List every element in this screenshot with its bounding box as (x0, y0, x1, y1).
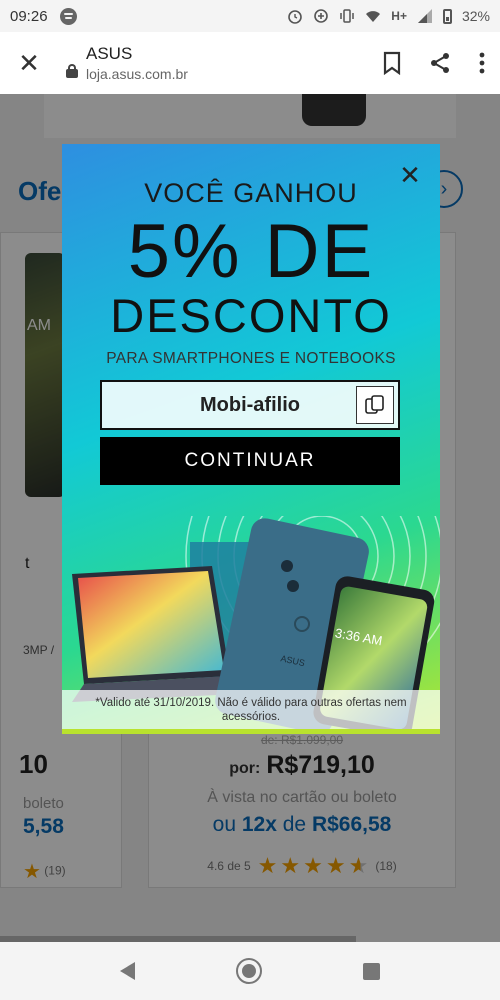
copy-icon (365, 395, 384, 414)
battery-icon (442, 8, 452, 24)
accent-bar (62, 729, 440, 734)
coupon-code: Mobi-afilio (200, 393, 300, 416)
data-saver-icon (314, 9, 329, 23)
spotify-icon (59, 7, 77, 25)
copy-button[interactable] (356, 386, 394, 424)
lock-icon[interactable] (66, 64, 78, 78)
network-type: H+ (391, 9, 407, 23)
vibrate-icon (340, 9, 355, 23)
status-time: 09:26 (10, 7, 48, 25)
page-url: loja.asus.com.br (86, 66, 188, 82)
discount-word: DESCONTO (110, 289, 392, 342)
discount-amount: 5% DE (127, 209, 375, 294)
status-bar: 09:26 H+ 32% (0, 0, 500, 32)
bookmark-icon[interactable] (382, 51, 402, 75)
continue-button[interactable]: CONTINUAR (100, 437, 400, 485)
popup-subtitle: PARA SMARTPHONES E NOTEBOOKS (106, 350, 396, 367)
wifi-icon (366, 11, 381, 22)
coupon-field[interactable]: Mobi-afilio (100, 380, 400, 430)
navigation-bar (0, 942, 500, 1000)
disclaimer-text: *Valido até 31/10/2019. Não é válido par… (62, 690, 440, 734)
more-menu-icon[interactable] (478, 51, 486, 75)
discount-popup: ✕ VOCÊ GANHOU 5% DE DESCONTO PARA SMARTP… (62, 144, 440, 734)
home-icon[interactable] (235, 958, 262, 984)
alarm-icon (288, 10, 303, 24)
close-tab-icon[interactable]: ✕ (14, 48, 44, 79)
laptop-image (72, 566, 238, 702)
page-title: ASUS (86, 44, 133, 63)
back-icon[interactable] (120, 962, 136, 980)
address-area[interactable]: ASUS loja.asus.com.br (86, 44, 188, 82)
popup-headline: VOCÊ GANHOU (144, 178, 358, 208)
browser-toolbar: ✕ ASUS loja.asus.com.br (0, 32, 500, 94)
signal-icon (417, 9, 432, 23)
recent-apps-icon[interactable] (362, 962, 380, 980)
battery-percent: 32% (461, 8, 490, 24)
share-icon[interactable] (428, 51, 452, 75)
